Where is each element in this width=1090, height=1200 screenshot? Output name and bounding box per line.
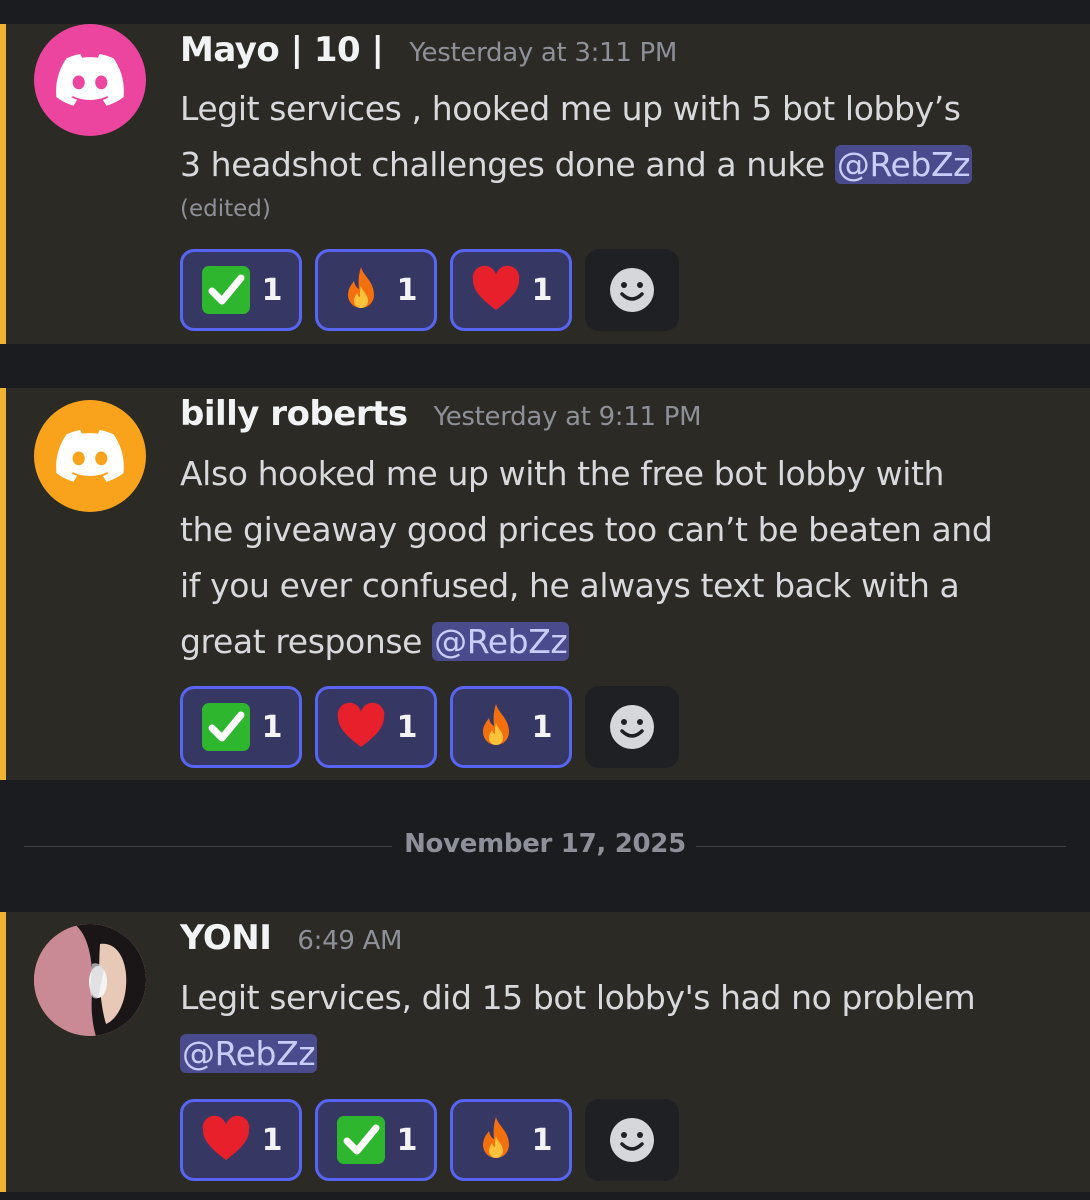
message-line: if you ever confused, he always text bac… — [180, 566, 960, 605]
reaction-count: 1 — [396, 709, 418, 745]
reactions-bar: 1 1 1 — [180, 686, 679, 768]
message-yoni: YONI 6:49 AM Legit services, did 15 bot … — [0, 912, 1090, 1192]
username[interactable]: Mayo | 10 | — [180, 30, 384, 70]
profile-photo-icon — [34, 924, 146, 1036]
message-billy-roberts: billy roberts Yesterday at 9:11 PM Also … — [0, 388, 1090, 780]
message-line-text: 3 headshot challenges done and a nuke — [180, 145, 835, 184]
reaction-count: 1 — [531, 272, 553, 308]
user-mention[interactable]: @RebZz — [432, 622, 570, 661]
reaction-count: 1 — [531, 709, 553, 745]
message-header: Mayo | 10 | Yesterday at 3:11 PM — [180, 30, 677, 70]
reaction-count: 1 — [396, 272, 418, 308]
avatar[interactable] — [34, 924, 146, 1036]
reactions-bar: 1 1 1 — [180, 249, 679, 331]
timestamp[interactable]: Yesterday at 3:11 PM — [409, 38, 677, 68]
reaction-check-mark[interactable]: 1 — [315, 1099, 437, 1181]
message-content: Also hooked me up with the free bot lobb… — [180, 446, 1060, 670]
reaction-count: 1 — [531, 1122, 553, 1158]
message-line: the giveaway good prices too can’t be be… — [180, 510, 993, 549]
user-mention[interactable]: @RebZz — [834, 145, 973, 184]
message-header: billy roberts Yesterday at 9:11 PM — [180, 394, 702, 434]
reaction-check-mark[interactable]: 1 — [180, 249, 302, 331]
reaction-count: 1 — [396, 1122, 418, 1158]
add-reaction-button[interactable] — [585, 1099, 679, 1181]
fire-icon — [470, 1114, 522, 1166]
check-mark-icon — [200, 264, 252, 316]
smiley-face-icon — [610, 268, 654, 312]
message-line: Legit services, did 15 bot lobby's had n… — [180, 978, 976, 1017]
message-header: YONI 6:49 AM — [180, 918, 403, 958]
heart-icon — [335, 701, 387, 753]
reactions-bar: 1 1 1 — [180, 1099, 679, 1181]
smiley-face-icon — [610, 1118, 654, 1162]
smiley-face-icon — [610, 705, 654, 749]
fire-icon — [335, 264, 387, 316]
fire-icon — [470, 701, 522, 753]
add-reaction-button[interactable] — [585, 249, 679, 331]
avatar[interactable] — [34, 24, 146, 136]
check-mark-icon — [200, 701, 252, 753]
reaction-heart[interactable]: 1 — [180, 1099, 302, 1181]
heart-icon — [470, 264, 522, 316]
timestamp[interactable]: Yesterday at 9:11 PM — [434, 402, 702, 432]
reaction-heart[interactable]: 1 — [450, 249, 572, 331]
edited-label: (edited) — [180, 196, 271, 222]
reaction-count: 1 — [261, 272, 283, 308]
reaction-heart[interactable]: 1 — [315, 686, 437, 768]
discord-logo-icon — [56, 430, 124, 482]
reaction-fire[interactable]: 1 — [450, 1099, 572, 1181]
reaction-fire[interactable]: 1 — [315, 249, 437, 331]
reaction-count: 1 — [261, 1122, 283, 1158]
message-line: great response @RebZz — [180, 614, 1060, 670]
message-content: Legit services, did 15 bot lobby's had n… — [180, 970, 1060, 1082]
message-line-text: great response — [180, 622, 433, 661]
username[interactable]: billy roberts — [180, 394, 408, 434]
username[interactable]: YONI — [180, 918, 272, 958]
message-content: Legit services , hooked me up with 5 bot… — [180, 81, 1060, 193]
reaction-check-mark[interactable]: 1 — [180, 686, 302, 768]
message-line: Also hooked me up with the free bot lobb… — [180, 454, 945, 493]
avatar[interactable] — [34, 400, 146, 512]
reaction-count: 1 — [261, 709, 283, 745]
message-line: 3 headshot challenges done and a nuke @R… — [180, 137, 1060, 193]
timestamp[interactable]: 6:49 AM — [297, 926, 402, 956]
message-line: @RebZz — [180, 1026, 1060, 1082]
discord-logo-icon — [56, 54, 124, 106]
message-mayo: Mayo | 10 | Yesterday at 3:11 PM Legit s… — [0, 24, 1090, 344]
date-divider-label: November 17, 2025 — [404, 829, 686, 859]
user-mention[interactable]: @RebZz — [180, 1034, 318, 1073]
check-mark-icon — [335, 1114, 387, 1166]
heart-icon — [200, 1114, 252, 1166]
add-reaction-button[interactable] — [585, 686, 679, 768]
reaction-fire[interactable]: 1 — [450, 686, 572, 768]
message-line: Legit services , hooked me up with 5 bot… — [180, 89, 961, 128]
